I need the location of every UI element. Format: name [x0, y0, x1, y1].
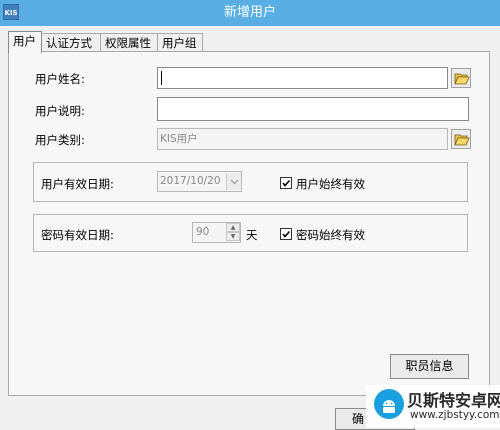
password-days-value: 90 — [196, 226, 210, 238]
spin-down-icon[interactable]: ▼ — [226, 232, 240, 241]
watermark-logo — [374, 389, 404, 419]
password-always-valid-label: 密码始终有效 — [296, 228, 365, 242]
android-icon — [383, 400, 395, 413]
spin-up-icon[interactable]: ▲ — [226, 223, 240, 232]
password-date-label: 密码有效日期: — [41, 228, 114, 242]
tab-user[interactable]: 用户 — [8, 31, 42, 53]
user-type-browse-button[interactable] — [451, 129, 471, 149]
window-title: 新增用户 — [223, 5, 276, 20]
text-caret — [161, 71, 162, 85]
password-days-unit: 天 — [246, 228, 258, 242]
checkmark-icon — [282, 230, 291, 238]
user-desc-label: 用户说明: — [35, 104, 85, 118]
checkmark-icon — [282, 179, 291, 187]
user-always-valid-label: 用户始终有效 — [296, 177, 365, 191]
user-type-label: 用户类别: — [35, 133, 85, 147]
folder-open-icon — [454, 73, 470, 85]
password-days-input[interactable]: 90 ▲ ▼ — [192, 222, 241, 243]
user-always-valid-checkbox[interactable] — [280, 177, 292, 189]
watermark-url: www.zjbstyy.com — [410, 409, 500, 421]
folder-open-icon — [454, 134, 470, 146]
tab-auth-method[interactable]: 认证方式 — [41, 33, 101, 52]
user-type-input: KIS用户 — [157, 128, 448, 150]
user-date-value: 2017/10/20 — [160, 175, 221, 187]
tab-user-group[interactable]: 用户组 — [157, 33, 203, 52]
user-desc-input[interactable] — [157, 97, 469, 121]
user-name-label: 用户姓名: — [35, 72, 85, 86]
user-name-browse-button[interactable] — [451, 68, 471, 88]
watermark-title: 贝斯特安卓网 — [407, 391, 500, 410]
chevron-down-icon — [226, 173, 241, 190]
employee-info-button[interactable]: 职员信息 — [390, 354, 469, 379]
user-date-label: 用户有效日期: — [41, 177, 114, 191]
password-always-valid-checkbox[interactable] — [280, 228, 292, 240]
user-date-combo: 2017/10/20 — [157, 171, 242, 192]
tab-permission[interactable]: 权限属性 — [100, 33, 158, 52]
user-name-input[interactable] — [157, 67, 448, 89]
